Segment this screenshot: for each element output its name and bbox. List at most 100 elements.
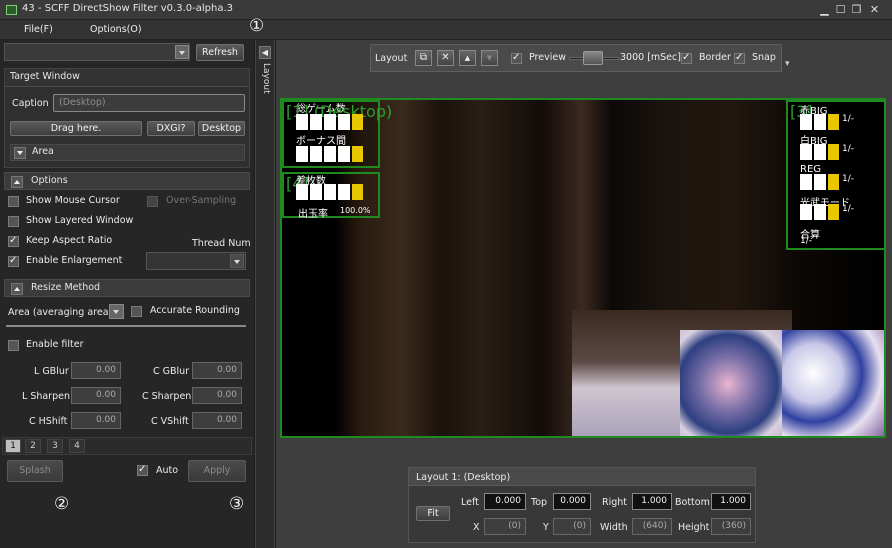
accurate-rounding-checkbox[interactable] xyxy=(131,306,142,317)
right-label: Right xyxy=(602,497,628,508)
show-mouse-cursor-checkbox[interactable] xyxy=(8,196,19,207)
top-label: Top xyxy=(531,497,548,508)
left-panel: Refresh Target Window Caption (Desktop) … xyxy=(0,40,254,548)
height-label: Height xyxy=(678,522,710,533)
close-icon[interactable]: ✕ xyxy=(868,3,881,16)
remove-layout-icon[interactable]: ✕ xyxy=(437,50,454,66)
maximize-icon[interactable]: ☐ xyxy=(834,3,847,16)
chevron-up-icon[interactable] xyxy=(11,283,23,295)
c-vshift-input[interactable]: 0.00 xyxy=(192,412,242,429)
splash-button[interactable]: Splash xyxy=(7,460,63,482)
snap-label: Snap xyxy=(752,52,776,63)
caption-input[interactable]: (Desktop) xyxy=(53,94,245,112)
menu-options[interactable]: Options(O) xyxy=(90,24,142,35)
move-up-icon[interactable]: ▲ xyxy=(459,50,476,66)
c-gblur-label: C GBlur xyxy=(153,366,190,377)
keep-aspect-ratio-checkbox[interactable] xyxy=(8,235,19,247)
add-layout-icon[interactable]: ⧉ xyxy=(415,50,432,66)
show-layered-window-label: Show Layered Window xyxy=(26,215,134,226)
marker-1: ① xyxy=(249,16,265,36)
preview-checkbox[interactable] xyxy=(511,52,522,64)
preview-label: Preview xyxy=(529,52,566,63)
snap-checkbox[interactable] xyxy=(734,52,745,64)
title-bar: 43 - SCFF DirectShow Filter v0.3.0-alpha… xyxy=(0,0,892,20)
refresh-button[interactable]: Refresh xyxy=(196,44,244,61)
payout-rate-label: 出玉率 xyxy=(298,209,328,220)
auto-label: Auto xyxy=(156,465,179,476)
bonus-between-label: ボーナス間 xyxy=(296,136,346,147)
restore-icon[interactable]: ❐ xyxy=(850,3,863,16)
divider xyxy=(6,325,246,327)
left-input[interactable]: 0.000 xyxy=(484,493,526,510)
over-sampling-checkbox[interactable] xyxy=(147,196,158,207)
preview-canvas[interactable]: 総ゲーム数 [1] (Desktop) ボーナス間 [4] 差枚数 出玉率 10… xyxy=(280,98,886,438)
window-title: 43 - SCFF DirectShow Filter v0.3.0-alpha… xyxy=(22,3,233,14)
c-sharpen-label: C Sharpen xyxy=(142,391,192,402)
height-input[interactable]: (360) xyxy=(711,518,751,535)
total-games-digits xyxy=(296,114,363,132)
collapse-arrow-icon[interactable]: ◀ xyxy=(259,46,271,59)
layout-side-label: Layout xyxy=(261,63,271,94)
tab-layout-1[interactable]: 1 xyxy=(5,439,21,453)
app-icon xyxy=(6,5,17,15)
tab-layout-3[interactable]: 3 xyxy=(47,439,63,453)
thread-num-combo[interactable] xyxy=(146,252,246,270)
bottom-input[interactable]: 1.000 xyxy=(711,493,751,510)
fit-button[interactable]: Fit xyxy=(416,506,450,521)
apply-button[interactable]: Apply xyxy=(188,460,246,482)
marker-2: ② xyxy=(54,494,70,514)
x-input[interactable]: (0) xyxy=(484,518,526,535)
layout-panel-title: Layout 1: (Desktop) xyxy=(416,472,511,483)
layout-collapse-strip[interactable]: ◀ Layout xyxy=(255,40,275,548)
l-gblur-input[interactable]: 0.00 xyxy=(71,362,121,379)
options-header[interactable]: Options xyxy=(4,172,250,190)
menu-bar: File(F) Options(O) ① xyxy=(0,16,892,40)
chevron-down-icon[interactable] xyxy=(175,45,189,59)
minimize-icon[interactable]: ▁ xyxy=(818,3,831,16)
slider-thumb[interactable] xyxy=(583,51,603,65)
layout-parameter-panel: Layout 1: (Desktop) Fit Left 0.000 Top 0… xyxy=(408,467,756,543)
width-input[interactable]: (640) xyxy=(632,518,672,535)
auto-checkbox[interactable] xyxy=(137,464,148,476)
total-ratio: 1/- xyxy=(800,236,813,246)
area-label: Area xyxy=(32,146,54,157)
resize-method-select[interactable]: Area (averaging area) xyxy=(8,307,112,318)
enable-enlargement-checkbox[interactable] xyxy=(8,255,19,267)
interval-label: 3000 [mSec] xyxy=(620,52,681,63)
l-sharpen-input[interactable]: 0.00 xyxy=(71,387,121,404)
thread-num-label: Thread Num xyxy=(192,238,251,249)
chevron-down-icon[interactable] xyxy=(14,147,26,159)
chevron-up-icon[interactable] xyxy=(11,176,23,188)
c-vshift-label: C VShift xyxy=(151,416,189,427)
c-hshift-input[interactable]: 0.00 xyxy=(71,412,121,429)
layout-panel-header: Layout 1: (Desktop) xyxy=(409,468,755,486)
menu-file[interactable]: File(F) xyxy=(24,24,53,35)
right-input[interactable]: 1.000 xyxy=(632,493,672,510)
y-input[interactable]: (0) xyxy=(553,518,591,535)
border-checkbox[interactable] xyxy=(681,52,692,64)
bonus-between-digits xyxy=(296,146,363,164)
chevron-down-icon[interactable] xyxy=(230,254,244,268)
move-down-icon[interactable]: ▼ xyxy=(481,50,498,66)
c-sharpen-input[interactable]: 0.00 xyxy=(192,387,242,404)
area-expander[interactable]: Area xyxy=(10,144,245,161)
desktop-button[interactable]: Desktop xyxy=(198,121,245,136)
y-label: Y xyxy=(543,522,549,533)
chevron-down-icon[interactable] xyxy=(109,304,124,319)
show-layered-window-checkbox[interactable] xyxy=(8,216,19,227)
toolbar-overflow-icon[interactable]: ▾ xyxy=(785,59,790,69)
c-gblur-input[interactable]: 0.00 xyxy=(192,362,242,379)
toolbar-layout-label: Layout xyxy=(375,53,408,64)
tab-layout-2[interactable]: 2 xyxy=(25,439,41,453)
reg-digits xyxy=(800,174,839,192)
enable-filter-checkbox[interactable] xyxy=(8,340,19,351)
c-hshift-label: C HShift xyxy=(29,416,68,427)
drag-here-button[interactable]: Drag here. xyxy=(10,121,142,136)
enable-filter-label: Enable filter xyxy=(26,339,84,350)
resize-method-header[interactable]: Resize Method xyxy=(4,279,250,297)
tab-layout-4[interactable]: 4 xyxy=(69,439,85,453)
reg-ratio: 1/- xyxy=(842,174,855,184)
process-combo[interactable] xyxy=(4,43,190,61)
top-input[interactable]: 0.000 xyxy=(553,493,591,510)
dxgi-button[interactable]: DXGI? xyxy=(147,121,195,136)
